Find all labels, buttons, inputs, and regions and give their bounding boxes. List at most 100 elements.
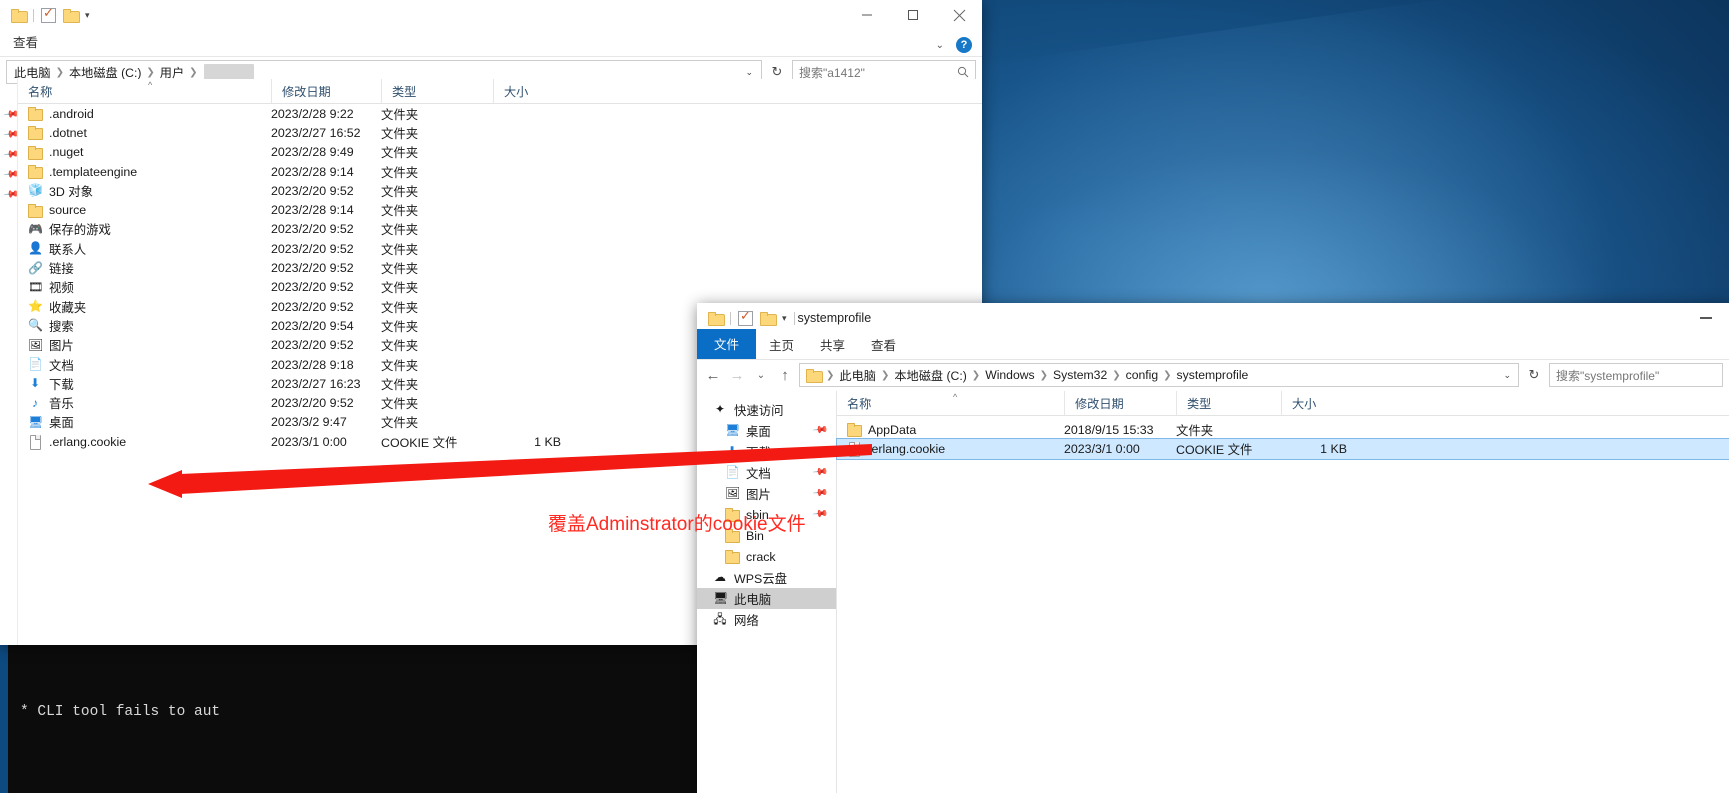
pin-icon[interactable]: 📌 [811,464,828,480]
window1-column-headers[interactable]: 名称 修改日期 类型 大小 ^ [18,79,982,104]
file-name-cell[interactable]: 📄 文档 [18,356,271,374]
window2-navigation-pane[interactable]: ✦ 快速访问 🖥 桌面 📌 ⬇ 下载 📌 📄 文档 📌 🖼 图片 📌 sbin 📌 Bin crack ☁ WPS云盘… [697,391,837,793]
table-row[interactable]: 🎮 保存的游戏 2023/2/20 9:52 文件夹 [18,220,982,239]
file-name-cell[interactable]: .dotnet [18,126,271,141]
folder-icon[interactable] [708,312,725,326]
chevron-down-icon[interactable]: ⌄ [936,40,944,51]
close-button[interactable] [936,0,982,30]
file-name-cell[interactable]: ⬇ 下载 [18,375,271,393]
window1-quick-access-toolbar[interactable]: ▾ [0,5,90,23]
help-icon[interactable]: ? [956,37,972,53]
file-name-cell[interactable]: 🔍 搜索 [18,317,271,335]
file-name-cell[interactable]: .templateengine [18,165,271,180]
pin-icon[interactable]: 📌 [811,506,828,522]
breadcrumb-item-systemprofile[interactable]: systemprofile [1174,368,1252,382]
sidebar-item-网络[interactable]: 🖧 网络 [697,609,836,630]
search-input[interactable]: 搜索"systemprofile" [1549,363,1723,387]
tab-share[interactable]: 共享 [807,331,858,359]
file-name-cell[interactable]: 🔗 链接 [18,259,271,277]
breadcrumb-item-local-disk[interactable]: 本地磁盘 (C:) [891,366,969,384]
table-row[interactable]: .android 2023/2/28 9:22 文件夹 [18,104,982,123]
file-name-cell[interactable]: ♪ 音乐 [18,394,271,412]
window2-quick-access-toolbar[interactable]: ▾ [697,308,795,326]
tab-view[interactable]: 查看 [0,28,51,56]
checkbox-icon[interactable] [41,5,56,23]
sidebar-item-文档[interactable]: 📄 文档 📌 [697,462,836,483]
file-name-cell[interactable]: 🖥 桌面 [18,413,271,431]
table-row[interactable]: source 2023/2/28 9:14 文件夹 [18,200,982,219]
dropdown-icon[interactable]: ▾ [85,10,90,21]
breadcrumb-item-system32[interactable]: System32 [1050,368,1110,382]
minimize-button[interactable] [844,0,890,30]
window2-address-bar[interactable]: ← → ⌄ ↑ ❯ 此电脑 ❯ 本地磁盘 (C:) ❯ Windows ❯ Sy… [697,360,1729,390]
window2-file-list[interactable]: AppData 2018/9/15 15:33 文件夹 .erlang.cookie 2… [836,416,1729,460]
table-row[interactable]: 🎞 视频 2023/2/20 9:52 文件夹 [18,278,982,297]
refresh-icon[interactable]: ↻ [1523,364,1545,386]
window1-controls[interactable] [844,0,982,30]
pin-icon[interactable]: 📌 [811,485,828,501]
sidebar-item-快速访问[interactable]: ✦ 快速访问 [697,399,836,420]
sidebar-item-图片[interactable]: 🖼 图片 📌 [697,483,836,504]
column-modified[interactable]: 修改日期 [1064,391,1176,415]
tab-file[interactable]: 文件 [697,329,757,359]
sidebar-item-crack[interactable]: crack [697,546,836,567]
table-row[interactable]: 🔗 链接 2023/2/20 9:52 文件夹 [18,258,982,277]
column-modified[interactable]: 修改日期 [271,79,381,103]
column-name[interactable]: 名称 [18,79,271,103]
table-row[interactable]: AppData 2018/9/15 15:33 文件夹 [837,420,1729,439]
checkbox-icon[interactable] [738,308,753,326]
file-name-cell[interactable]: 🎮 保存的游戏 [18,220,271,238]
column-size[interactable]: 大小 [493,79,575,103]
window1-titlebar[interactable]: ▾ [0,0,982,30]
breadcrumb-item-redacted[interactable] [203,64,254,80]
window2-ribbon-tabs[interactable]: 文件 主页 共享 查看 [697,329,1729,359]
breadcrumb[interactable]: ❯ 此电脑 ❯ 本地磁盘 (C:) ❯ Windows ❯ System32 ❯… [799,363,1519,387]
file-name-cell[interactable]: source [18,203,271,218]
file-name-cell[interactable]: 🖼 图片 [18,336,271,354]
tab-home[interactable]: 主页 [756,331,807,359]
breadcrumb-item-config[interactable]: config [1123,368,1162,382]
file-name-cell[interactable]: .erlang.cookie [837,442,1064,458]
window2-titlebar[interactable]: ▾ systemprofile [697,303,1729,333]
address-dropdown-icon[interactable]: ⌄ [1503,370,1514,381]
maximize-button[interactable] [890,0,936,30]
column-type[interactable]: 类型 [381,79,493,103]
window1-ribbon-help[interactable]: ⌄ ? [936,37,972,53]
pin-icon[interactable]: 📌 [811,443,828,459]
column-name[interactable]: 名称 [837,391,1064,415]
sidebar-item-桌面[interactable]: 🖥 桌面 📌 [697,420,836,441]
up-button[interactable]: ↑ [775,364,795,386]
folder-icon[interactable] [11,9,28,23]
window2-column-headers[interactable]: 名称 修改日期 类型 大小 ^ [837,391,1729,416]
window2-controls[interactable] [1683,303,1729,333]
sidebar-item-下载[interactable]: ⬇ 下载 📌 [697,441,836,462]
table-row[interactable]: .erlang.cookie 2023/3/1 0:00 COOKIE 文件 1 KB [836,438,1729,460]
folder-icon[interactable] [63,9,80,23]
folder-icon[interactable] [760,312,777,326]
file-name-cell[interactable]: 👤 联系人 [18,240,271,258]
file-name-cell[interactable]: AppData [837,423,1064,438]
recent-locations-icon[interactable]: ⌄ [751,364,771,386]
tab-view[interactable]: 查看 [858,331,909,359]
back-button[interactable]: ← [703,364,723,386]
column-type[interactable]: 类型 [1176,391,1281,415]
breadcrumb-item-windows[interactable]: Windows [982,368,1037,382]
table-row[interactable]: .templateengine 2023/2/28 9:14 文件夹 [18,162,982,181]
sidebar-item-此电脑[interactable]: 🖥 此电脑 [697,588,836,609]
sidebar-item-WPS云盘[interactable]: ☁ WPS云盘 [697,567,836,588]
table-row[interactable]: .nuget 2023/2/28 9:49 文件夹 [18,143,982,162]
table-row[interactable]: 👤 联系人 2023/2/20 9:52 文件夹 [18,239,982,258]
table-row[interactable]: 🧊 3D 对象 2023/2/20 9:52 文件夹 [18,181,982,200]
column-size[interactable]: 大小 [1281,391,1361,415]
file-name-cell[interactable]: .android [18,107,271,122]
file-name-cell[interactable]: 🧊 3D 对象 [18,182,271,200]
forward-button[interactable]: → [727,364,747,386]
dropdown-icon[interactable]: ▾ [782,313,787,324]
file-name-cell[interactable]: 🎞 视频 [18,278,271,296]
table-row[interactable]: .dotnet 2023/2/27 16:52 文件夹 [18,123,982,142]
address-dropdown-icon[interactable]: ⌄ [745,67,757,78]
explorer-window-systemprofile[interactable]: ▾ systemprofile 文件 主页 共享 查看 ← → ⌄ ↑ ❯ 此电… [697,303,1729,793]
file-name-cell[interactable]: ⭐ 收藏夹 [18,298,271,316]
minimize-button[interactable] [1683,303,1729,333]
file-name-cell[interactable]: .nuget [18,145,271,160]
